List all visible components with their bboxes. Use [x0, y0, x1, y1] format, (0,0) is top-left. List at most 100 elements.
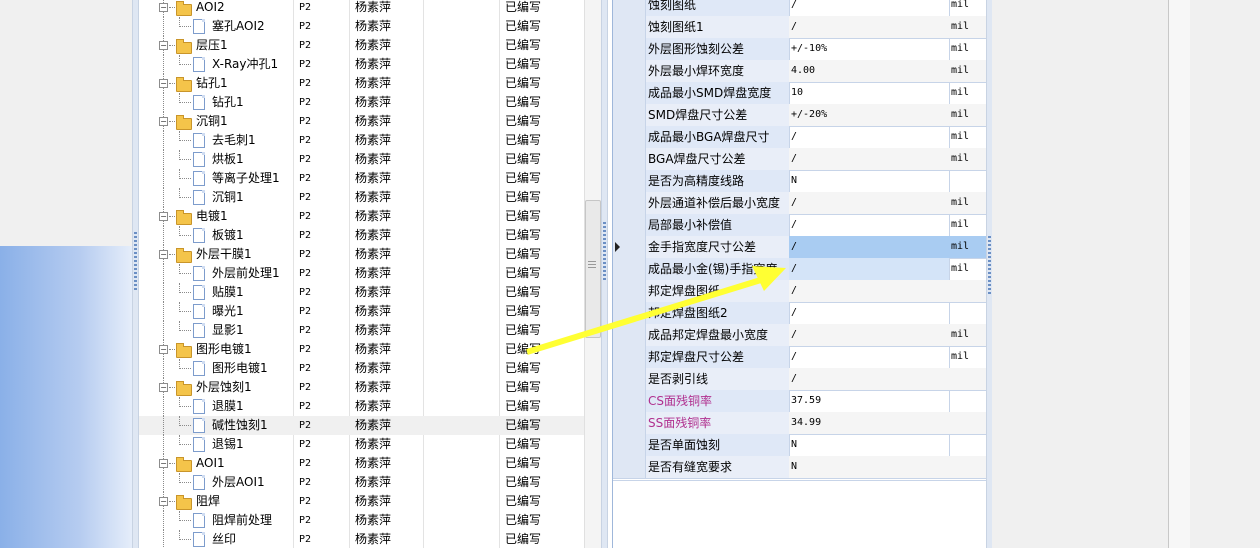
collapse-toggle-icon[interactable]: −	[159, 459, 168, 468]
tree-row[interactable]: − AOI1 P2 杨素萍 已编写	[139, 454, 584, 473]
right-scroll-panel[interactable]	[1168, 0, 1192, 548]
tree-row[interactable]: − 钻孔1 P2 杨素萍 已编写	[139, 74, 584, 93]
tree-row[interactable]: 曝光1 P2 杨素萍 已编写	[139, 302, 584, 321]
row-indicator[interactable]	[613, 302, 646, 325]
tree-row[interactable]: 等离子处理1 P2 杨素萍 已编写	[139, 169, 584, 188]
property-row[interactable]: 是否剥引线 /	[613, 368, 990, 391]
tree-scrollbar-thumb[interactable]	[585, 200, 601, 338]
row-indicator[interactable]	[613, 126, 646, 149]
property-row[interactable]: 局部最小补偿值 / mil	[613, 214, 990, 237]
tree-row[interactable]: − 电镀1 P2 杨素萍 已编写	[139, 207, 584, 226]
tree-row[interactable]: 退锡1 P2 杨素萍 已编写	[139, 435, 584, 454]
property-value[interactable]: /	[789, 126, 950, 149]
row-indicator[interactable]	[613, 192, 646, 215]
property-row[interactable]: 邦定焊盘图纸 /	[613, 280, 990, 303]
property-row[interactable]: 成品邦定焊盘最小宽度 / mil	[613, 324, 990, 347]
property-value[interactable]: 37.59	[789, 390, 950, 413]
property-value[interactable]: N	[789, 456, 950, 479]
collapse-toggle-icon[interactable]: −	[159, 79, 168, 88]
middle-splitter[interactable]	[601, 0, 608, 548]
property-value[interactable]: /	[789, 368, 950, 391]
row-indicator[interactable]	[613, 38, 646, 61]
tree-row[interactable]: 塞孔AOI2 P2 杨素萍 已编写	[139, 17, 584, 36]
property-value[interactable]: /	[789, 0, 950, 17]
property-value[interactable]: /	[789, 258, 950, 281]
property-row[interactable]: 外层图形蚀刻公差 +/-10% mil	[613, 38, 990, 61]
tree-row[interactable]: X-Ray冲孔1 P2 杨素萍 已编写	[139, 55, 584, 74]
property-value[interactable]: /	[789, 214, 950, 237]
row-indicator[interactable]	[613, 170, 646, 193]
row-indicator[interactable]	[613, 456, 646, 479]
property-row[interactable]: 是否有缝宽要求 N	[613, 456, 990, 479]
collapse-toggle-icon[interactable]: −	[159, 41, 168, 50]
property-row[interactable]: 蚀刻图纸 / mil	[613, 0, 990, 17]
property-row[interactable]: 金手指宽度尺寸公差 / mil	[613, 236, 990, 259]
property-value[interactable]: /	[789, 302, 950, 325]
collapse-toggle-icon[interactable]: −	[159, 497, 168, 506]
property-row[interactable]: 外层最小焊环宽度 4.00 mil	[613, 60, 990, 83]
tree-row[interactable]: 丝印 P2 杨素萍 已编写	[139, 530, 584, 548]
row-indicator[interactable]	[613, 434, 646, 457]
row-indicator[interactable]	[613, 346, 646, 369]
tree-row[interactable]: 板镀1 P2 杨素萍 已编写	[139, 226, 584, 245]
property-row[interactable]: BGA焊盘尺寸公差 / mil	[613, 148, 990, 171]
tree-row[interactable]: − 外层干膜1 P2 杨素萍 已编写	[139, 245, 584, 264]
property-row[interactable]: 成品最小SMD焊盘宽度 10 mil	[613, 82, 990, 105]
property-value[interactable]: /	[789, 16, 950, 39]
row-indicator[interactable]	[613, 368, 646, 391]
property-value[interactable]: N	[789, 170, 950, 193]
row-indicator[interactable]	[613, 60, 646, 83]
tree-row[interactable]: − 图形电镀1 P2 杨素萍 已编写	[139, 340, 584, 359]
tree-row[interactable]: − 外层蚀刻1 P2 杨素萍 已编写	[139, 378, 584, 397]
row-indicator[interactable]	[613, 236, 646, 259]
property-value[interactable]: /	[789, 148, 950, 171]
tree-row[interactable]: 阻焊前处理 P2 杨素萍 已编写	[139, 511, 584, 530]
tree-row[interactable]: 显影1 P2 杨素萍 已编写	[139, 321, 584, 340]
tree-row[interactable]: 沉铜1 P2 杨素萍 已编写	[139, 188, 584, 207]
property-value[interactable]: N	[789, 434, 950, 457]
property-row[interactable]: 是否单面蚀刻 N	[613, 434, 990, 457]
tree-row[interactable]: 贴膜1 P2 杨素萍 已编写	[139, 283, 584, 302]
collapse-toggle-icon[interactable]: −	[159, 3, 168, 12]
collapse-toggle-icon[interactable]: −	[159, 383, 168, 392]
row-indicator[interactable]	[613, 412, 646, 435]
tree-row[interactable]: − 阻焊 P2 杨素萍 已编写	[139, 492, 584, 511]
row-indicator[interactable]	[613, 104, 646, 127]
tree-row[interactable]: 碱性蚀刻1 P2 杨素萍 已编写	[139, 416, 584, 435]
collapse-toggle-icon[interactable]: −	[159, 345, 168, 354]
property-row[interactable]: 外层通道补偿后最小宽度 / mil	[613, 192, 990, 215]
property-value[interactable]: /	[789, 324, 950, 347]
row-indicator[interactable]	[613, 0, 646, 17]
property-value[interactable]: /	[789, 346, 950, 369]
tree-row[interactable]: 外层前处理1 P2 杨素萍 已编写	[139, 264, 584, 283]
property-row[interactable]: SMD焊盘尺寸公差 +/-20% mil	[613, 104, 990, 127]
property-value[interactable]: +/-20%	[789, 104, 950, 127]
property-row[interactable]: 邦定焊盘尺寸公差 / mil	[613, 346, 990, 369]
property-value[interactable]: /	[789, 192, 950, 215]
tree-row[interactable]: 去毛刺1 P2 杨素萍 已编写	[139, 131, 584, 150]
tree-row[interactable]: − 层压1 P2 杨素萍 已编写	[139, 36, 584, 55]
property-value[interactable]: 10	[789, 82, 950, 105]
tree-row[interactable]: 钻孔1 P2 杨素萍 已编写	[139, 93, 584, 112]
row-indicator[interactable]	[613, 324, 646, 347]
property-row[interactable]: SS面残铜率 34.99	[613, 412, 990, 435]
property-value[interactable]: 34.99	[789, 412, 950, 435]
row-indicator[interactable]	[613, 148, 646, 171]
row-indicator[interactable]	[613, 16, 646, 39]
left-splitter[interactable]	[132, 0, 139, 548]
property-row[interactable]: 是否为高精度线路 N	[613, 170, 990, 193]
property-row[interactable]: 蚀刻图纸1/mil	[613, 16, 990, 39]
property-row[interactable]: CS面残铜率 37.59	[613, 390, 990, 413]
property-value[interactable]: /	[789, 236, 950, 259]
property-value[interactable]: +/-10%	[789, 38, 950, 61]
property-row[interactable]: 成品最小金(锡)手指宽度 / mil	[613, 258, 990, 281]
collapse-toggle-icon[interactable]: −	[159, 250, 168, 259]
row-indicator[interactable]	[613, 82, 646, 105]
property-row[interactable]: 邦定焊盘图纸2/	[613, 302, 990, 325]
row-indicator[interactable]	[613, 258, 646, 281]
property-value[interactable]: 4.00	[789, 60, 950, 83]
property-value[interactable]: /	[789, 280, 950, 303]
row-indicator[interactable]	[613, 280, 646, 303]
row-indicator[interactable]	[613, 214, 646, 237]
tree-row[interactable]: 外层AOI1 P2 杨素萍 已编写	[139, 473, 584, 492]
